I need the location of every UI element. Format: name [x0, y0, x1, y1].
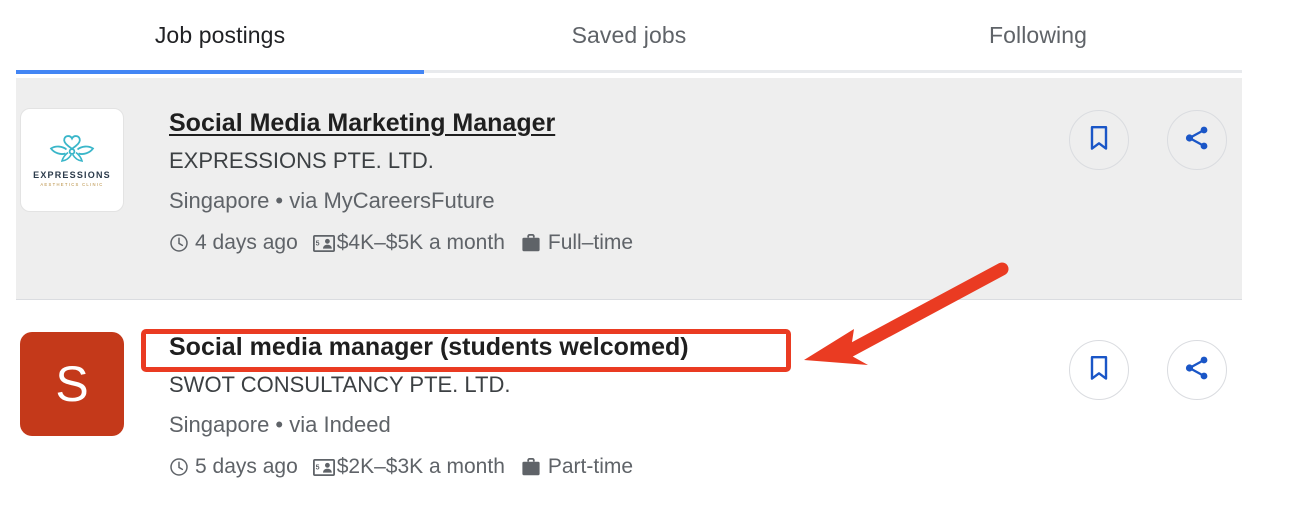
- briefcase-icon: [520, 233, 542, 254]
- job-2-logo: S: [20, 332, 124, 436]
- job-1-actions: [1069, 110, 1227, 170]
- job-1-logo: EXPRESSIONS AESTHETICS CLINIC: [20, 108, 124, 212]
- job-card-1[interactable]: EXPRESSIONS AESTHETICS CLINIC Social Med…: [16, 78, 1242, 300]
- share-icon: [1184, 355, 1210, 386]
- job-2-company: SWOT CONSULTANCY PTE. LTD.: [169, 372, 511, 397]
- expressions-logo-tagline: AESTHETICS CLINIC: [40, 181, 104, 187]
- job-2-type: Part-time: [520, 455, 633, 479]
- job-2-share-button[interactable]: [1167, 340, 1227, 400]
- tab-job-postings-label: Job postings: [154, 21, 286, 48]
- expressions-logo-tile: EXPRESSIONS AESTHETICS CLINIC: [20, 108, 124, 212]
- expressions-logo-wordmark: EXPRESSIONS: [33, 170, 111, 181]
- job-2-type-label: Part-time: [547, 455, 634, 478]
- job-1-type-label: Full–time: [547, 231, 634, 254]
- tab-saved-jobs-label: Saved jobs: [571, 21, 687, 48]
- job-2-posted-label: 5 days ago: [195, 455, 298, 478]
- job-1-location: Singapore • via MyCareersFuture: [169, 188, 495, 213]
- expressions-butterfly-icon: [49, 133, 95, 168]
- svg-text:5: 5: [315, 464, 319, 471]
- job-1-meta-row: 4 days ago 5 $4K–$5K a month Full–time: [169, 231, 633, 255]
- job-2-save-button[interactable]: [1069, 340, 1129, 400]
- clock-icon: [169, 457, 189, 477]
- job-1-posted: 4 days ago: [169, 231, 298, 255]
- tab-job-postings[interactable]: Job postings: [16, 0, 424, 70]
- job-1-share-button[interactable]: [1167, 110, 1227, 170]
- salary-card-icon: 5: [312, 234, 335, 252]
- tab-saved-jobs[interactable]: Saved jobs: [424, 0, 834, 70]
- job-1-salary: 5 $4K–$5K a month: [312, 231, 505, 255]
- active-tab-indicator: [16, 70, 424, 74]
- job-2-actions: [1069, 340, 1227, 400]
- job-2-title[interactable]: Social media manager (students welcomed): [169, 332, 689, 362]
- job-2-salary-label: $2K–$3K a month: [336, 455, 505, 478]
- svg-text:5: 5: [315, 240, 319, 247]
- job-1-posted-label: 4 days ago: [195, 231, 298, 254]
- job-1-salary-label: $4K–$5K a month: [336, 231, 505, 254]
- salary-card-icon: 5: [312, 458, 335, 476]
- bookmark-icon: [1088, 355, 1110, 386]
- job-2-location: Singapore • via Indeed: [169, 412, 391, 437]
- briefcase-icon: [520, 457, 542, 478]
- swot-logo-letter: S: [55, 356, 89, 412]
- job-2-meta-row: 5 days ago 5 $2K–$3K a month Part-time: [169, 455, 689, 479]
- tab-following[interactable]: Following: [834, 0, 1242, 70]
- tab-bar: Job postings Saved jobs Following: [0, 0, 1301, 74]
- job-2-posted: 5 days ago: [169, 455, 298, 479]
- job-1-info: Social Media Marketing Manager EXPRESSIO…: [169, 108, 633, 255]
- clock-icon: [169, 233, 189, 253]
- job-listings-panel: Job postings Saved jobs Following EXPRES…: [0, 0, 1301, 524]
- job-1-save-button[interactable]: [1069, 110, 1129, 170]
- swot-logo-tile: S: [20, 332, 124, 436]
- job-1-title[interactable]: Social Media Marketing Manager: [169, 108, 633, 138]
- job-2-salary: 5 $2K–$3K a month: [312, 455, 505, 479]
- tab-following-label: Following: [988, 21, 1088, 48]
- bookmark-icon: [1088, 125, 1110, 156]
- job-card-2[interactable]: S Social media manager (students welcome…: [16, 300, 1242, 524]
- job-1-company: EXPRESSIONS PTE. LTD.: [169, 148, 434, 173]
- job-2-info: Social media manager (students welcomed)…: [169, 332, 689, 479]
- share-icon: [1184, 125, 1210, 156]
- job-1-type: Full–time: [520, 231, 633, 255]
